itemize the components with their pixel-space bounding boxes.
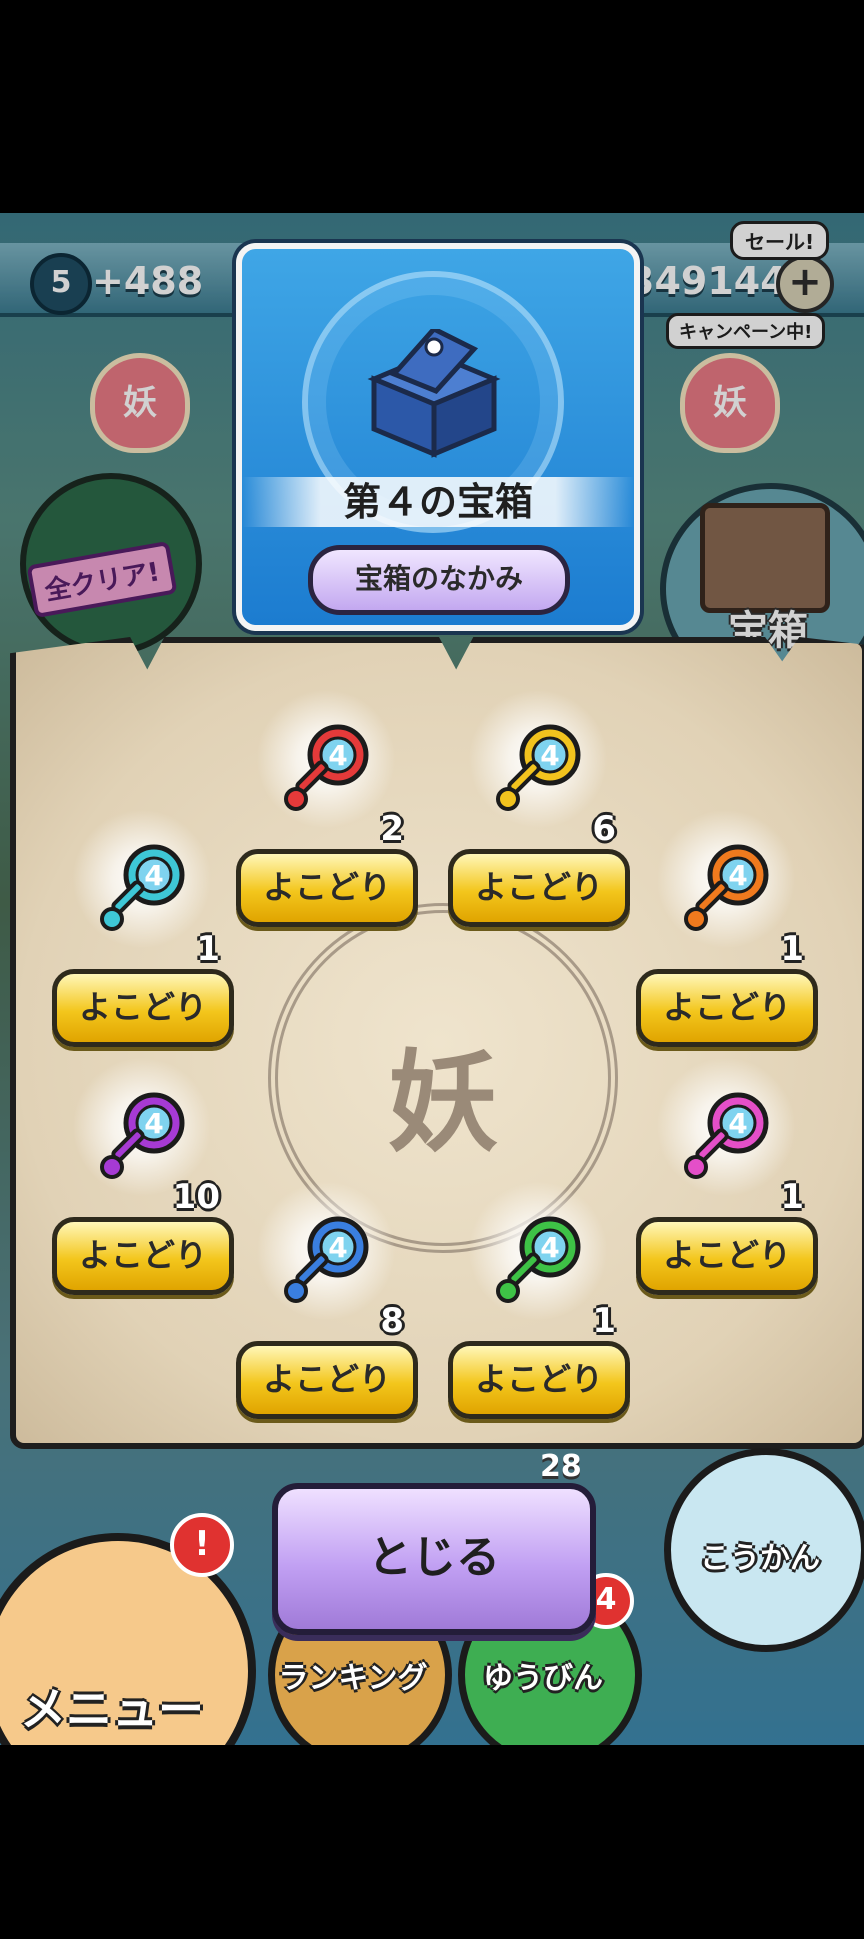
reward-count: 6 xyxy=(592,809,616,849)
pink-key-icon: 4 xyxy=(684,1092,769,1179)
svg-text:4: 4 xyxy=(144,859,163,892)
steal-button[interactable]: よこどり xyxy=(636,969,818,1047)
treasure-header-card: 第４の宝箱 宝箱のなかみ xyxy=(236,243,640,631)
reward-count: 1 xyxy=(780,929,804,969)
stage-count: 28 xyxy=(540,1449,582,1484)
ranking-label: ランキング xyxy=(278,1661,428,1696)
svg-text:4: 4 xyxy=(728,1107,747,1140)
cyan-key-icon: 4 xyxy=(100,844,185,931)
yellow-key-icon: 4 xyxy=(496,724,581,811)
svg-text:4: 4 xyxy=(728,859,747,892)
svg-text:4: 4 xyxy=(328,1231,347,1264)
reward-slot-orange: 4 1 よこどり xyxy=(636,809,818,1047)
reward-count: 1 xyxy=(780,1177,804,1217)
reward-slot-yellow: 4 6 よこどり xyxy=(448,689,630,927)
reward-slot-green: 4 1 よこどり xyxy=(448,1181,630,1419)
blue-key-icon: 4 xyxy=(284,1216,369,1303)
reward-count: 2 xyxy=(380,809,404,849)
exchange-label: こうかん xyxy=(700,1541,820,1576)
reward-slot-cyan: 4 1 よこどり xyxy=(52,809,234,1047)
reward-slot-purple: 4 10 よこどり xyxy=(52,1057,234,1295)
treasure-title: 第４の宝箱 xyxy=(242,477,634,527)
steal-button[interactable]: よこどり xyxy=(236,849,418,927)
red-key-icon: 4 xyxy=(284,724,369,811)
reward-count: 1 xyxy=(196,929,220,969)
steal-button[interactable]: よこどり xyxy=(636,1217,818,1295)
menu-button-label: メニュー xyxy=(20,1682,204,1736)
reward-count: 1 xyxy=(592,1301,616,1341)
reward-slot-blue: 4 8 よこどり xyxy=(236,1181,418,1419)
steal-button[interactable]: よこどり xyxy=(448,1341,630,1419)
treasure-box-icon xyxy=(367,329,501,458)
steal-button[interactable]: よこどり xyxy=(236,1341,418,1419)
treasure-contents-button[interactable]: 宝箱のなかみ xyxy=(308,545,570,615)
svg-text:4: 4 xyxy=(328,739,347,772)
reward-slot-pink: 4 1 よこどり xyxy=(636,1057,818,1295)
game-screen: 5 +488 349144 + セール! キャンペーン中! 妖 妖 全クリア! … xyxy=(0,213,864,1745)
steal-button[interactable]: よこどり xyxy=(52,969,234,1047)
purple-key-icon: 4 xyxy=(100,1092,185,1179)
mail-label: ゆうびん xyxy=(483,1661,603,1696)
svg-text:4: 4 xyxy=(144,1107,163,1140)
steal-button[interactable]: よこどり xyxy=(52,1217,234,1295)
steal-button[interactable]: よこどり xyxy=(448,849,630,927)
svg-text:4: 4 xyxy=(540,1231,559,1264)
reward-slot-red: 4 2 よこどり xyxy=(236,689,418,927)
green-key-icon: 4 xyxy=(496,1216,581,1303)
svg-text:4: 4 xyxy=(540,739,559,772)
menu-alert-badge: ! xyxy=(170,1513,234,1577)
reward-count: 10 xyxy=(172,1177,220,1217)
close-button[interactable]: とじる xyxy=(272,1483,596,1635)
yokai-emblem-mark: 妖 xyxy=(388,1039,498,1167)
orange-key-icon: 4 xyxy=(684,844,769,931)
reward-count: 8 xyxy=(380,1301,404,1341)
